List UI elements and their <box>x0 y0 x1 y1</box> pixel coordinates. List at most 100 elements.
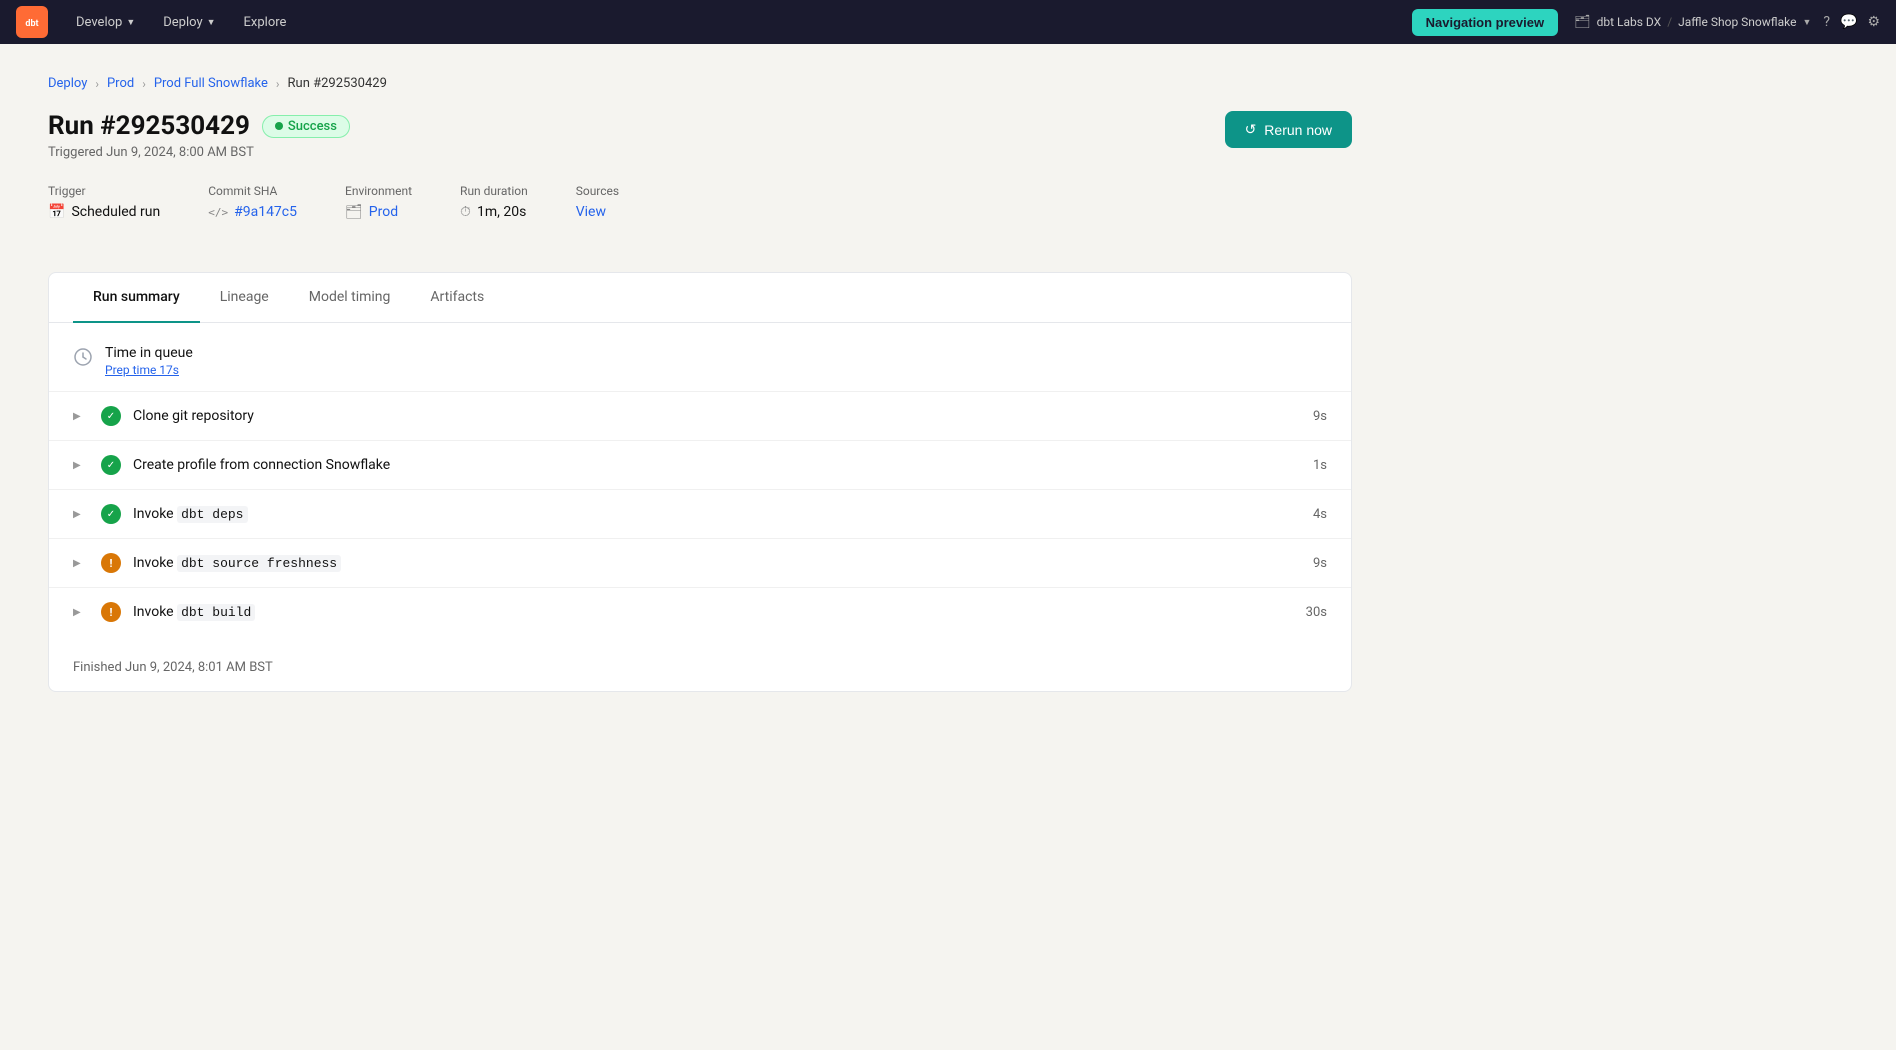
breadcrumb-prod-full-snowflake[interactable]: Prod Full Snowflake <box>154 76 268 91</box>
step-content: Clone git repository <box>133 408 1283 424</box>
success-icon: ✓ <box>101 504 121 524</box>
chevron-right-icon: ▶ <box>73 411 89 422</box>
tab-lineage[interactable]: Lineage <box>200 273 289 323</box>
clock-icon <box>73 347 93 367</box>
meta-environment: Environment 🗂 Prod <box>345 184 412 220</box>
rerun-icon: ↺ <box>1245 121 1257 138</box>
chevron-right-icon: ▶ <box>73 607 89 618</box>
chevron-down-icon: ▼ <box>207 17 216 28</box>
breadcrumb-sep: › <box>142 77 146 91</box>
run-triggered: Triggered Jun 9, 2024, 8:00 AM BST <box>48 145 350 160</box>
nav-items: Develop ▼ Deploy ▼ Explore <box>64 9 1396 36</box>
nav-deploy[interactable]: Deploy ▼ <box>151 9 227 36</box>
nav-develop[interactable]: Develop ▼ <box>64 9 147 36</box>
dbt-logo-icon: dbt <box>16 6 48 38</box>
meta-duration: Run duration ⏱ 1m, 20s <box>460 184 528 220</box>
step-name: Invoke dbt deps <box>133 506 1283 522</box>
commit-link[interactable]: #9a147c5 <box>234 204 297 220</box>
step-duration: 30s <box>1295 605 1327 620</box>
run-header: Run #292530429 Success Triggered Jun 9, … <box>48 111 1352 160</box>
step-duration: 4s <box>1295 507 1327 522</box>
step-create-profile[interactable]: ▶ ✓ Create profile from connection Snowf… <box>49 441 1351 490</box>
step-invoke-build[interactable]: ▶ ! Invoke dbt build 30s <box>49 588 1351 636</box>
chevron-right-icon: ▶ <box>73 460 89 471</box>
step-content: Create profile from connection Snowflake <box>133 457 1283 473</box>
step-content: Invoke dbt build <box>133 604 1283 620</box>
nav-icons: ? 💬 ⚙ <box>1823 14 1880 30</box>
rerun-label: Rerun now <box>1264 122 1332 138</box>
chevron-right-icon: ▶ <box>73 509 89 520</box>
calendar-icon: 📅 <box>48 204 65 220</box>
warning-icon: ! <box>101 553 121 573</box>
steps-container: Time in queue Prep time 17s ▶ ✓ Clone gi… <box>49 323 1351 644</box>
nav-right: 🗂 dbt Labs DX / Jaffle Shop Snowflake ▼ … <box>1574 14 1880 30</box>
step-duration: 9s <box>1295 409 1327 424</box>
navigation-preview-button[interactable]: Navigation preview <box>1412 9 1558 36</box>
step-name: Invoke dbt source freshness <box>133 555 1283 571</box>
env-icon: 🗂 <box>345 204 363 220</box>
sources-label: Sources <box>576 184 619 198</box>
logo[interactable]: dbt <box>16 6 48 38</box>
run-meta: Trigger 📅 Scheduled run Commit SHA </> #… <box>48 184 1352 244</box>
commit-label: Commit SHA <box>208 184 297 198</box>
status-label: Success <box>288 119 337 134</box>
step-name: Clone git repository <box>133 408 1283 424</box>
env-value: 🗂 Prod <box>345 204 412 220</box>
sources-value: View <box>576 204 619 220</box>
code-command: dbt source freshness <box>177 555 341 572</box>
warning-icon: ! <box>101 602 121 622</box>
step-clone-git[interactable]: ▶ ✓ Clone git repository 9s <box>49 392 1351 441</box>
meta-commit: Commit SHA </> #9a147c5 <box>208 184 297 220</box>
step-name: Invoke dbt build <box>133 604 1283 620</box>
code-command: dbt deps <box>177 506 247 523</box>
svg-text:dbt: dbt <box>25 19 38 29</box>
main-content: Deploy › Prod › Prod Full Snowflake › Ru… <box>0 44 1400 724</box>
prep-time-link[interactable]: Prep time 17s <box>105 363 1327 377</box>
chevron-right-icon: ▶ <box>73 558 89 569</box>
timer-icon: ⏱ <box>460 204 471 220</box>
help-icon[interactable]: ? <box>1823 14 1830 30</box>
settings-icon[interactable]: ⚙ <box>1867 14 1880 30</box>
nav-explore[interactable]: Explore <box>232 9 299 36</box>
meta-trigger: Trigger 📅 Scheduled run <box>48 184 160 220</box>
chevron-down-icon[interactable]: ▼ <box>1802 17 1811 28</box>
tab-run-summary[interactable]: Run summary <box>73 273 200 323</box>
sources-link[interactable]: View <box>576 204 606 220</box>
code-command: dbt build <box>177 604 255 621</box>
breadcrumb-sep: › <box>95 77 99 91</box>
duration-value: ⏱ 1m, 20s <box>460 204 528 220</box>
status-dot <box>275 122 283 130</box>
queue-name: Time in queue <box>105 345 1327 361</box>
finished-text: Finished Jun 9, 2024, 8:01 AM BST <box>49 644 1351 691</box>
code-icon: </> <box>208 206 228 219</box>
run-number: Run #292530429 <box>48 111 250 141</box>
breadcrumb-deploy[interactable]: Deploy <box>48 76 87 91</box>
step-duration: 9s <box>1295 556 1327 571</box>
top-navigation: dbt Develop ▼ Deploy ▼ Explore Navigatio… <box>0 0 1896 44</box>
breadcrumb-current: Run #292530429 <box>288 76 387 91</box>
breadcrumb: Deploy › Prod › Prod Full Snowflake › Ru… <box>48 76 1352 91</box>
breadcrumb-prod[interactable]: Prod <box>107 76 134 91</box>
trigger-value: 📅 Scheduled run <box>48 204 160 220</box>
tab-model-timing[interactable]: Model timing <box>289 273 411 323</box>
commit-value: </> #9a147c5 <box>208 204 297 220</box>
duration-label: Run duration <box>460 184 528 198</box>
workspace-breadcrumb: 🗂 dbt Labs DX / Jaffle Shop Snowflake ▼ <box>1574 15 1811 30</box>
env-link[interactable]: Prod <box>369 204 398 220</box>
step-time-in-queue: Time in queue Prep time 17s <box>49 331 1351 392</box>
env-label: Environment <box>345 184 412 198</box>
rerun-button[interactable]: ↺ Rerun now <box>1225 111 1352 148</box>
chat-icon[interactable]: 💬 <box>1840 14 1857 30</box>
chevron-down-icon: ▼ <box>126 17 135 28</box>
tab-artifacts[interactable]: Artifacts <box>410 273 504 323</box>
trigger-label: Trigger <box>48 184 160 198</box>
step-invoke-deps[interactable]: ▶ ✓ Invoke dbt deps 4s <box>49 490 1351 539</box>
folder-icon: 🗂 <box>1574 15 1591 30</box>
meta-sources: Sources View <box>576 184 619 220</box>
status-badge: Success <box>262 115 350 138</box>
success-icon: ✓ <box>101 406 121 426</box>
step-name: Create profile from connection Snowflake <box>133 457 1283 473</box>
step-content: Invoke dbt deps <box>133 506 1283 522</box>
step-invoke-source-freshness[interactable]: ▶ ! Invoke dbt source freshness 9s <box>49 539 1351 588</box>
tabs: Run summary Lineage Model timing Artifac… <box>49 273 1351 323</box>
